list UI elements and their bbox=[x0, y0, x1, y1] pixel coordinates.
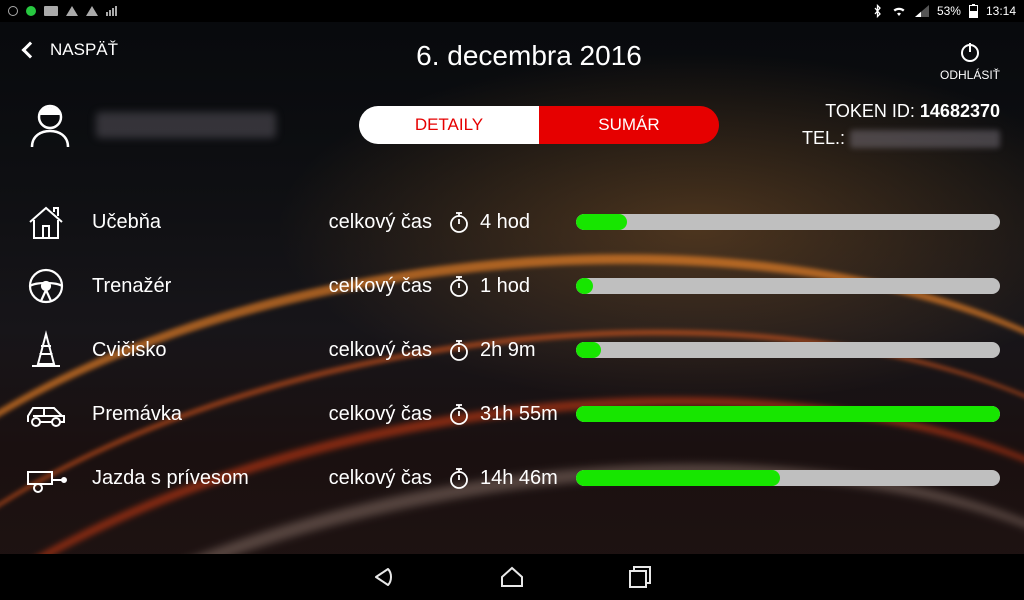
row-name: Jazda s prívesom bbox=[92, 467, 312, 490]
nav-back-button[interactable] bbox=[370, 563, 398, 591]
power-icon bbox=[958, 40, 982, 64]
nav-home-button[interactable] bbox=[498, 563, 526, 591]
tel-value bbox=[850, 130, 1000, 148]
stopwatch-icon bbox=[448, 467, 470, 489]
progress-bar bbox=[576, 278, 1000, 294]
back-button[interactable]: NASPÄŤ bbox=[24, 40, 118, 60]
tab-sumar[interactable]: SUMÁR bbox=[539, 106, 719, 144]
nav-bar bbox=[0, 554, 1024, 600]
trailer-icon bbox=[24, 456, 68, 500]
tab-detaily[interactable]: DETAILY bbox=[359, 106, 539, 144]
status-card-icon bbox=[44, 6, 58, 16]
status-icon bbox=[8, 6, 18, 16]
chevron-left-icon bbox=[22, 42, 39, 59]
status-warning-icon bbox=[86, 6, 98, 16]
token-label: TOKEN ID: bbox=[825, 101, 915, 121]
traffic-cone-icon bbox=[24, 328, 68, 372]
row-time-label: celkový čas bbox=[312, 403, 432, 426]
back-label: NASPÄŤ bbox=[50, 40, 118, 60]
cell-signal-icon bbox=[915, 5, 929, 17]
list-item: Trenažér celkový čas 1 hod bbox=[24, 254, 1000, 318]
status-signal-icon bbox=[106, 6, 117, 16]
battery-percent: 53% bbox=[937, 4, 961, 18]
progress-bar bbox=[576, 342, 1000, 358]
steering-wheel-icon bbox=[24, 264, 68, 308]
logout-label: ODHLÁSIŤ bbox=[940, 68, 1000, 82]
summary-list: Učebňa celkový čas 4 hod Trenažér celkov… bbox=[0, 172, 1024, 510]
page-title: 6. decembra 2016 bbox=[118, 40, 940, 72]
row-name: Trenažér bbox=[92, 275, 312, 298]
row-value: 1 hod bbox=[480, 275, 570, 298]
user-name bbox=[96, 112, 276, 138]
token-value: 14682370 bbox=[920, 101, 1000, 121]
logout-button[interactable]: ODHLÁSIŤ bbox=[940, 40, 1000, 82]
stopwatch-icon bbox=[448, 275, 470, 297]
wifi-icon bbox=[891, 5, 907, 17]
list-item: Premávka celkový čas 31h 55m bbox=[24, 382, 1000, 446]
token-info: TOKEN ID: 14682370 TEL.: bbox=[802, 98, 1000, 152]
tel-label: TEL.: bbox=[802, 128, 845, 148]
status-warning-icon bbox=[66, 6, 78, 16]
row-name: Cvičisko bbox=[92, 339, 312, 362]
progress-bar bbox=[576, 214, 1000, 230]
car-icon bbox=[24, 392, 68, 436]
stopwatch-icon bbox=[448, 211, 470, 233]
row-value: 2h 9m bbox=[480, 339, 570, 362]
row-name: Premávka bbox=[92, 403, 312, 426]
nav-recent-button[interactable] bbox=[626, 563, 654, 591]
row-time-label: celkový čas bbox=[312, 467, 432, 490]
row-time-label: celkový čas bbox=[312, 339, 432, 362]
row-name: Učebňa bbox=[92, 211, 312, 234]
status-dot-icon bbox=[26, 6, 36, 16]
status-time: 13:14 bbox=[986, 4, 1016, 18]
row-time-label: celkový čas bbox=[312, 275, 432, 298]
tab-switcher: DETAILY SUMÁR bbox=[359, 106, 719, 144]
progress-bar bbox=[576, 470, 1000, 486]
row-value: 31h 55m bbox=[480, 403, 570, 426]
house-icon bbox=[24, 200, 68, 244]
stopwatch-icon bbox=[448, 403, 470, 425]
status-bar: 53% 13:14 bbox=[0, 0, 1024, 22]
bluetooth-icon bbox=[872, 4, 883, 18]
list-item: Jazda s prívesom celkový čas 14h 46m bbox=[24, 446, 1000, 510]
row-value: 14h 46m bbox=[480, 467, 570, 490]
row-value: 4 hod bbox=[480, 211, 570, 234]
progress-bar bbox=[576, 406, 1000, 422]
battery-icon bbox=[969, 4, 978, 18]
avatar bbox=[24, 99, 76, 151]
list-item: Učebňa celkový čas 4 hod bbox=[24, 190, 1000, 254]
row-time-label: celkový čas bbox=[312, 211, 432, 234]
stopwatch-icon bbox=[448, 339, 470, 361]
list-item: Cvičisko celkový čas 2h 9m bbox=[24, 318, 1000, 382]
